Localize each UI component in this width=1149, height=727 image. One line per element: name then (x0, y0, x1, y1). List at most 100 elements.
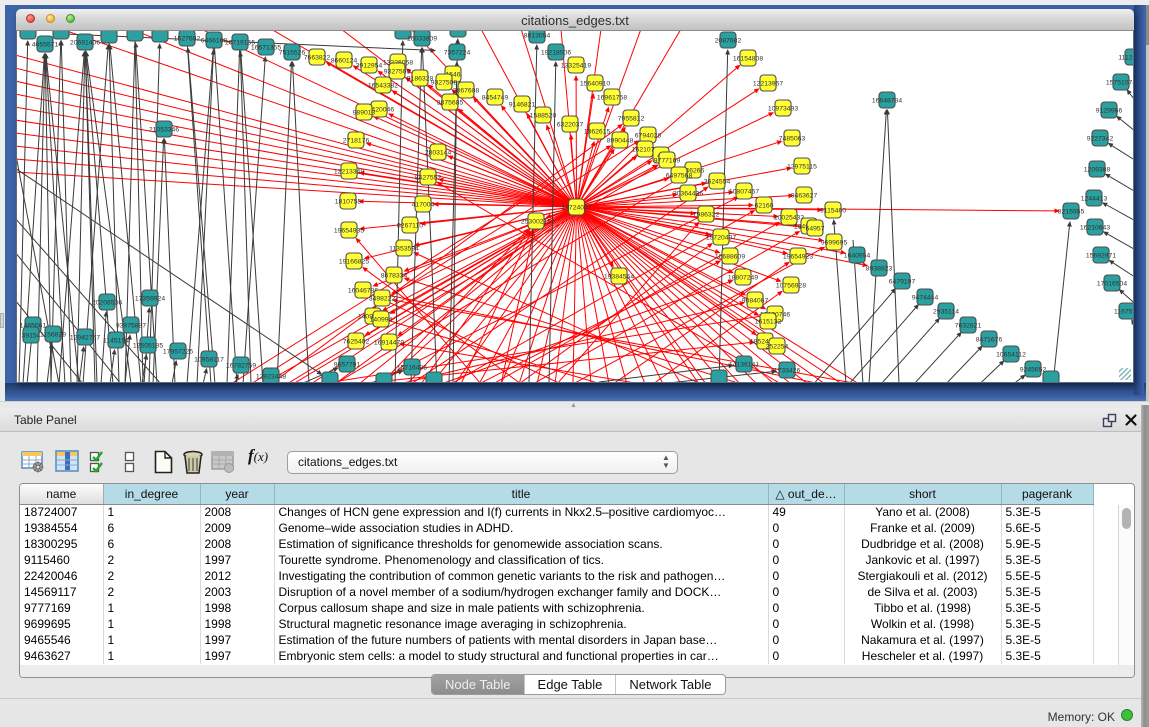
svg-text:1733426: 1733426 (774, 367, 801, 374)
svg-text:11353594: 11353594 (389, 245, 419, 252)
svg-text:19166825: 19166825 (339, 258, 369, 265)
svg-text:1145194: 1145194 (103, 337, 129, 344)
svg-text:21053346: 21053346 (149, 126, 179, 133)
svg-text:2087682: 2087682 (715, 37, 742, 44)
svg-text:8215955: 8215955 (1058, 208, 1085, 215)
svg-text:140994: 140994 (370, 316, 393, 323)
svg-text:3875685: 3875685 (437, 99, 464, 106)
svg-text:15751074: 15751074 (1106, 79, 1134, 86)
svg-text:62160: 62160 (755, 202, 774, 209)
svg-text:2867608: 2867608 (453, 87, 480, 94)
svg-text:16648784: 16648784 (872, 97, 902, 104)
svg-text:16543382: 16543382 (368, 82, 398, 89)
svg-text:15720407: 15720407 (706, 234, 736, 241)
svg-text:39154: 39154 (22, 332, 41, 339)
svg-text:16154808: 16154808 (733, 55, 763, 62)
svg-text:8678334: 8678334 (381, 272, 408, 279)
svg-text:9699695: 9699695 (821, 239, 848, 246)
svg-text:7485063: 7485063 (779, 135, 806, 142)
svg-text:9327505: 9327505 (384, 68, 411, 75)
svg-text:9084067: 9084067 (742, 297, 769, 304)
svg-text:16961758: 16961758 (597, 94, 627, 101)
svg-text:1167535: 1167535 (1114, 308, 1134, 315)
svg-text:6322037: 6322037 (557, 121, 584, 128)
svg-text:8267110: 8267110 (397, 222, 423, 229)
svg-text:19218506: 19218506 (541, 49, 571, 56)
svg-text:7625402: 7625402 (343, 338, 370, 345)
svg-text:252254: 252254 (766, 343, 789, 350)
svg-text:64957: 64957 (806, 225, 825, 232)
svg-text:18724007: 18724007 (561, 204, 591, 211)
svg-text:9227342: 9227342 (1087, 135, 1114, 142)
svg-text:8186328: 8186328 (407, 75, 434, 82)
svg-text:10807467: 10807467 (729, 188, 759, 195)
svg-text:15640910: 15640910 (580, 80, 610, 87)
svg-text:10688609: 10688609 (715, 253, 745, 260)
svg-text:6497568: 6497568 (666, 172, 693, 179)
svg-text:1588520: 1588520 (530, 112, 557, 119)
svg-text:17016504: 17016504 (1097, 280, 1127, 287)
svg-text:15716485: 15716485 (397, 364, 427, 371)
svg-text:20206536: 20206536 (92, 299, 122, 306)
svg-text:1615132: 1615132 (755, 318, 782, 325)
svg-text:16914479: 16914479 (374, 339, 404, 346)
svg-text:6794028: 6794028 (635, 132, 662, 139)
svg-text:25300215: 25300215 (521, 218, 551, 225)
svg-text:10654112: 10654112 (996, 351, 1026, 358)
svg-text:3498222: 3498222 (369, 295, 396, 302)
svg-text:12213967: 12213967 (753, 80, 783, 87)
svg-text:12942757: 12942757 (70, 334, 100, 341)
svg-text:16782759: 16782759 (226, 362, 256, 369)
svg-text:1209388: 1209388 (1084, 166, 1111, 173)
svg-text:8990448: 8990448 (607, 137, 634, 144)
svg-text:9115460: 9115460 (820, 207, 846, 214)
svg-text:989013: 989013 (353, 109, 376, 116)
svg-text:8938923: 8938923 (866, 265, 893, 272)
svg-text:20364436: 20364436 (673, 190, 703, 197)
svg-text:19654935: 19654935 (334, 227, 364, 234)
svg-text:15692971: 15692971 (1086, 252, 1116, 259)
svg-text:8813054: 8813054 (524, 32, 551, 39)
svg-text:1640954: 1640954 (844, 252, 871, 259)
svg-text:3912954: 3912954 (356, 62, 383, 69)
svg-text:1810755: 1810755 (335, 198, 362, 205)
svg-text:9463627: 9463627 (791, 192, 818, 199)
svg-text:417004: 417004 (412, 201, 435, 208)
svg-text:7515526: 7515526 (279, 49, 306, 56)
svg-text:20691406: 20691406 (70, 39, 100, 46)
svg-text:12923448: 12923448 (256, 373, 286, 380)
svg-text:7955812: 7955812 (618, 115, 645, 122)
svg-text:6466160: 6466160 (201, 37, 228, 44)
svg-text:16210643: 16210643 (1080, 224, 1110, 231)
svg-text:9474444: 9474444 (912, 294, 939, 301)
svg-text:13325419: 13325419 (561, 62, 591, 69)
svg-text:10756928: 10756928 (776, 282, 806, 289)
svg-text:10025433: 10025433 (774, 214, 804, 221)
svg-text:9657791: 9657791 (334, 361, 361, 368)
svg-text:7357224: 7357224 (444, 49, 471, 56)
svg-text:10973493: 10973493 (768, 105, 798, 112)
svg-text:7632621: 7632621 (955, 322, 982, 329)
svg-text:8660124: 8660124 (331, 57, 358, 64)
svg-text:7663822: 7663822 (304, 54, 331, 61)
svg-text:1244413: 1244413 (1081, 195, 1108, 202)
svg-text:16033809: 16033809 (407, 35, 437, 42)
svg-text:8454749: 8454749 (482, 94, 509, 101)
svg-text:3624554: 3624554 (704, 178, 731, 185)
svg-text:9245652: 9245652 (1020, 366, 1047, 373)
svg-text:2803144: 2803144 (425, 149, 452, 156)
svg-text:6479197: 6479197 (889, 278, 916, 285)
svg-text:10958117: 10958117 (194, 356, 224, 363)
svg-text:12213349: 12213349 (334, 168, 364, 175)
svg-text:2718176: 2718176 (343, 137, 370, 144)
svg-text:16671355: 16671355 (251, 44, 281, 51)
svg-text:1362615: 1362615 (584, 128, 611, 135)
svg-text:2935114: 2935114 (933, 308, 959, 315)
svg-text:17359924: 17359924 (135, 295, 165, 302)
svg-text:19384554: 19384554 (604, 273, 634, 280)
svg-text:19654923: 19654923 (783, 253, 813, 260)
svg-text:17957225: 17957225 (163, 348, 193, 355)
svg-text:93975887: 93975887 (116, 322, 146, 329)
svg-text:18807249: 18807249 (728, 274, 758, 281)
svg-text:9777169: 9777169 (654, 157, 681, 164)
